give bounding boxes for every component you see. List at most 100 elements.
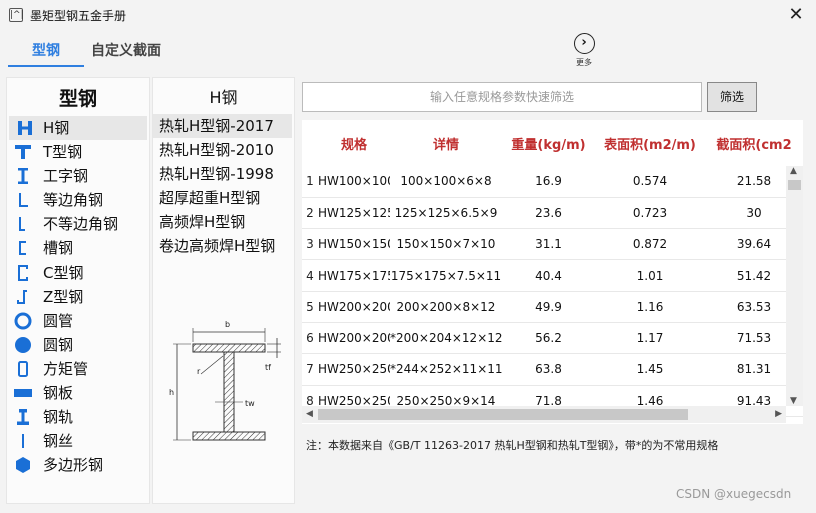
plate-icon — [14, 389, 32, 398]
category-label: 不等边角钢 — [43, 215, 119, 234]
category-label: 槽钢 — [43, 239, 74, 258]
cell-surface: 1.45 — [595, 353, 705, 386]
category-item-h-beam[interactable]: H钢 — [9, 116, 147, 141]
filter-search-input[interactable] — [302, 82, 702, 112]
window-title: 墨矩型钢五金手册 — [30, 9, 127, 23]
table-row[interactable]: 4 HW175×175 175×175×7.5×11 40.4 1.01 51.42 — [302, 259, 803, 292]
cell-detail: 100×100×6×8 — [390, 166, 502, 198]
row-index: 7 — [302, 353, 318, 386]
standard-title: H钢 — [209, 88, 238, 107]
standard-item[interactable]: 超厚超重H型钢 — [153, 186, 294, 210]
col-header-area[interactable]: 截面积(cm2 — [705, 120, 803, 166]
cell-weight: 49.9 — [502, 291, 595, 323]
table-row[interactable]: 1 HW100×100 100×100×6×8 16.9 0.574 21.58 — [302, 166, 803, 198]
row-index: 5 — [302, 291, 318, 323]
category-item-rect-tube[interactable]: 方矩管 — [7, 357, 149, 381]
cell-detail: 150×150×7×10 — [390, 228, 502, 261]
more-label: 更多 — [576, 58, 592, 67]
row-index: 2 — [302, 197, 318, 230]
table-row[interactable]: 2 HW125×125 125×125×6.5×9 23.6 0.723 30 — [302, 197, 803, 230]
category-item-round-bar[interactable]: 圆钢 — [7, 333, 149, 357]
table-row[interactable]: 3 HW150×150 150×150×7×10 31.1 0.872 39.64 — [302, 228, 803, 261]
scroll-thumb[interactable] — [318, 409, 688, 420]
category-panel: 型钢 H钢 T型钢 工字钢 等边角钢 不等边角钢 槽钢 C型钢 Z型钢 圆管 圆… — [6, 77, 150, 504]
col-header-index[interactable] — [302, 120, 318, 166]
tab-bar: 型钢 自定义截面 › 更多 — [0, 32, 816, 72]
horizontal-scrollbar[interactable]: ◀ ▶ — [302, 406, 786, 423]
category-item-unequal-angle[interactable]: 不等边角钢 — [7, 212, 149, 236]
cell-weight: 31.1 — [502, 228, 595, 261]
filter-button[interactable]: 筛选 — [707, 82, 757, 112]
scroll-right-icon[interactable]: ▶ — [775, 409, 782, 419]
vertical-scrollbar[interactable]: ▲ ▼ — [786, 166, 803, 406]
rect-tube-icon — [18, 360, 28, 377]
category-item-t-beam[interactable]: T型钢 — [7, 140, 149, 164]
cell-spec: HW150×150 — [318, 228, 390, 261]
cell-spec: HW125×125 — [318, 197, 390, 230]
chevron-right-circle-icon: › — [573, 33, 595, 54]
scroll-left-icon[interactable]: ◀ — [306, 409, 313, 419]
data-table-container: 规格 详情 重量(kg/m) 表面积(m2/m) 截面积(cm2 1 HW100×… — [302, 120, 803, 424]
data-table: 规格 详情 重量(kg/m) 表面积(m2/m) 截面积(cm2 1 HW100×… — [302, 120, 803, 417]
cell-weight: 40.4 — [502, 259, 595, 292]
h-beam-icon — [18, 121, 32, 135]
category-label: 圆钢 — [43, 335, 74, 354]
cell-detail: 125×125×6.5×9 — [390, 197, 502, 230]
cell-surface: 0.723 — [595, 197, 705, 230]
col-header-detail[interactable]: 详情 — [390, 120, 502, 166]
standard-item[interactable]: 热轧H型钢-2010 — [153, 138, 294, 162]
category-item-plate[interactable]: 钢板 — [7, 381, 149, 405]
standard-item[interactable]: 热轧H型钢-1998 — [153, 162, 294, 186]
standard-item[interactable]: 热轧H型钢-2017 — [153, 114, 292, 139]
angle-icon — [19, 193, 28, 208]
standard-item[interactable]: 卷边高频焊H型钢 — [153, 234, 294, 258]
col-header-weight[interactable]: 重量(kg/m) — [502, 120, 595, 166]
cell-surface: 0.872 — [595, 228, 705, 261]
dim-b-label: b — [225, 320, 230, 329]
category-item-polygon[interactable]: 多边形钢 — [7, 453, 149, 477]
watermark: CSDN @xuegecsdn — [676, 487, 792, 501]
tab-section-steel[interactable]: 型钢 — [8, 40, 84, 67]
scroll-down-icon[interactable]: ▼ — [790, 396, 797, 406]
category-item-equal-angle[interactable]: 等边角钢 — [7, 188, 149, 212]
category-label: 钢板 — [43, 384, 74, 403]
cell-weight: 56.2 — [502, 322, 595, 355]
category-item-i-beam[interactable]: 工字钢 — [7, 164, 149, 188]
cell-weight: 63.8 — [502, 353, 595, 386]
h-beam-section-diagram: b h tf r tw — [169, 320, 281, 441]
hexagon-icon — [16, 457, 30, 474]
wire-icon — [22, 434, 24, 449]
category-item-rail[interactable]: 钢轨 — [7, 405, 149, 429]
table-row[interactable]: 5 HW200×200 200×200×8×12 49.9 1.16 63.53 — [302, 291, 803, 323]
standard-panel: H钢 热轧H型钢-2017 热轧H型钢-2010 热轧H型钢-1998 超厚超重… — [152, 77, 295, 504]
tab-custom-section[interactable]: 自定义截面 — [91, 40, 161, 60]
category-label: 多边形钢 — [43, 456, 104, 475]
rail-icon — [17, 409, 29, 426]
category-item-z-section[interactable]: Z型钢 — [7, 285, 149, 309]
close-button[interactable]: ✕ — [782, 2, 810, 28]
c-section-icon — [18, 264, 28, 281]
dim-h-label: h — [169, 388, 174, 397]
col-header-surface[interactable]: 表面积(m2/m) — [595, 120, 705, 166]
table-body: 1 HW100×100 100×100×6×8 16.9 0.574 21.58 2 HW12… — [302, 166, 803, 417]
category-label: 圆管 — [43, 311, 74, 330]
col-header-spec[interactable]: 规格 — [318, 120, 390, 166]
round-bar-icon — [15, 336, 31, 353]
category-item-channel[interactable]: 槽钢 — [7, 236, 149, 260]
scroll-up-icon[interactable]: ▲ — [790, 166, 797, 176]
more-button[interactable]: › 更多 — [570, 33, 598, 68]
cell-spec: HW100×100 — [318, 166, 390, 198]
table-row[interactable]: 7 HW250×250 *244×252×11×11 63.8 1.45 81.31 — [302, 353, 803, 386]
category-item-wire[interactable]: 钢丝 — [7, 429, 149, 453]
standard-item[interactable]: 高频焊H型钢 — [153, 210, 294, 234]
cell-spec: HW175×175 — [318, 259, 390, 292]
category-label: 工字钢 — [43, 167, 89, 186]
cell-surface: 0.574 — [595, 166, 705, 198]
scroll-thumb[interactable] — [788, 180, 801, 190]
app-logo-icon: |^| — [9, 8, 24, 22]
cell-detail: 200×200×8×12 — [390, 291, 502, 323]
category-label: H钢 — [43, 119, 70, 137]
category-item-c-section[interactable]: C型钢 — [7, 261, 149, 285]
category-item-round-tube[interactable]: 圆管 — [7, 309, 149, 333]
table-row[interactable]: 6 HW200×200 *200×204×12×12 56.2 1.17 71.53 — [302, 322, 803, 355]
